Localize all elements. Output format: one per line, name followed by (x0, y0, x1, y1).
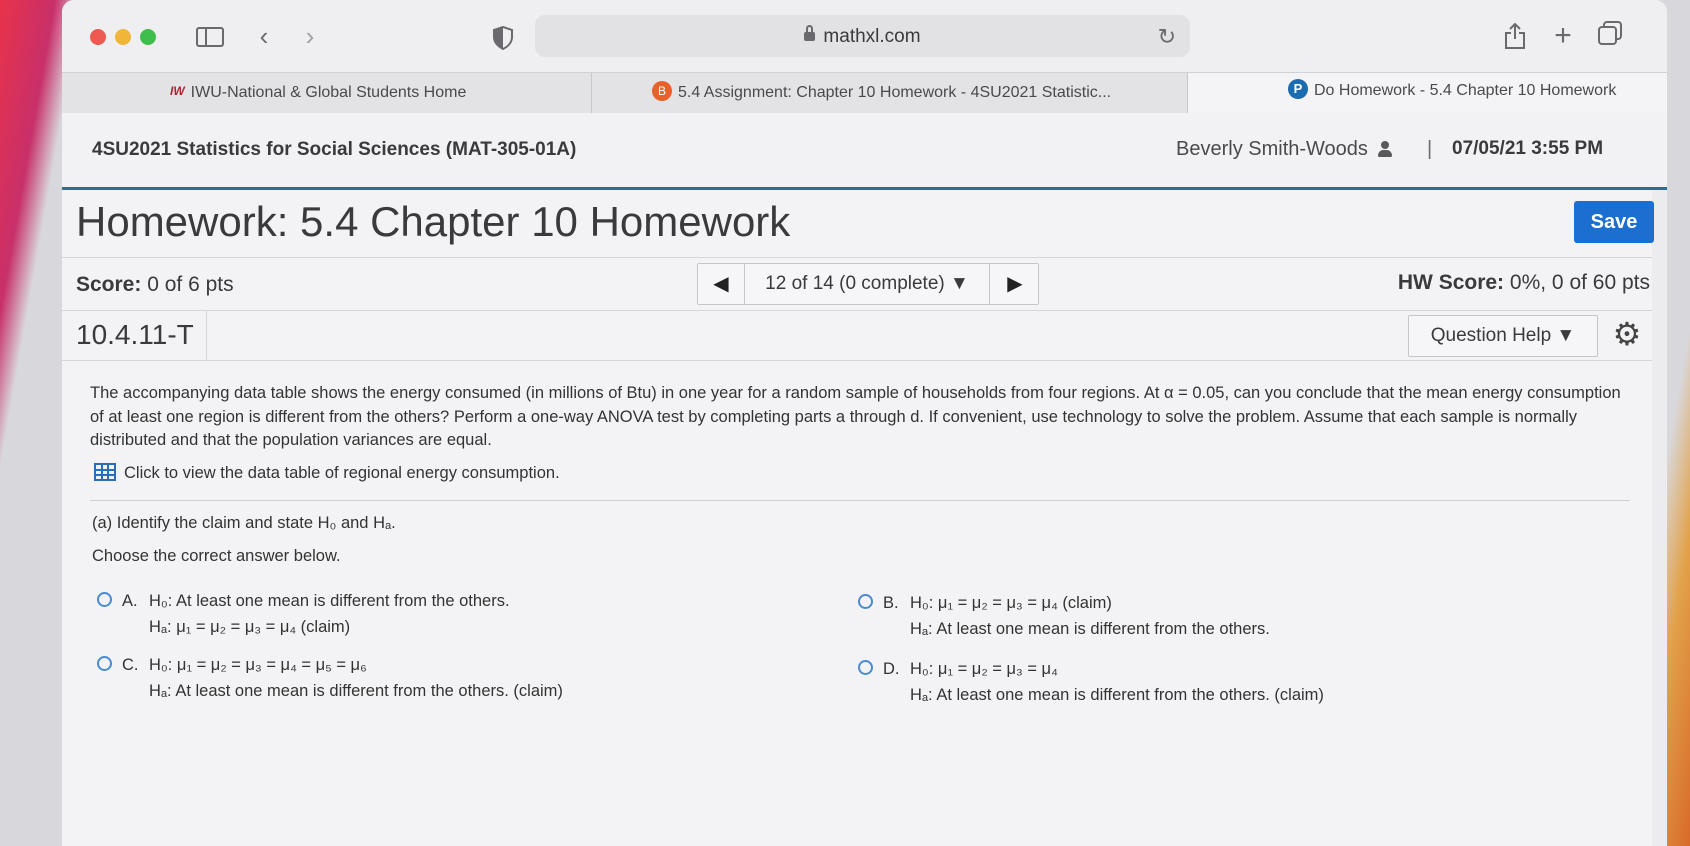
radio-d[interactable] (858, 660, 873, 675)
user-name[interactable]: Beverly Smith-Woods (1176, 138, 1392, 161)
browser-window: ‹ › mathxl.com ↻ + IW IWU-National & Glob… (62, 0, 1667, 846)
radio-b[interactable] (858, 594, 873, 609)
option-letter: A. (122, 592, 138, 610)
question-id-row: 10.4.11-T Question Help ▼ ⚙ (62, 310, 1652, 361)
radio-c[interactable] (97, 656, 112, 671)
course-header: 4SU2021 Statistics for Social Sciences (… (62, 113, 1667, 190)
homework-content: Homework: 5.4 Chapter 10 Homework Save S… (62, 190, 1654, 846)
p-favicon-icon: P (1288, 78, 1308, 99)
save-button[interactable]: Save (1574, 201, 1654, 243)
zoom-window-button[interactable] (140, 29, 156, 45)
address-bar[interactable]: mathxl.com ↻ (535, 15, 1190, 57)
new-tab-icon[interactable]: + (1550, 21, 1576, 51)
option-c-line2: Hₐ: At least one mean is different from … (149, 682, 563, 700)
instruction: Choose the correct answer below. (92, 547, 341, 565)
divider (90, 500, 1630, 501)
back-icon[interactable]: ‹ (252, 22, 276, 50)
b-favicon-icon: B (652, 80, 672, 101)
header-separator: | (1427, 138, 1433, 160)
option-a-line2: Hₐ: μ₁ = μ₂ = μ₃ = μ₄ (claim) (149, 618, 351, 636)
next-question-button[interactable]: ▶ (992, 264, 1038, 304)
tab-do-homework[interactable]: P Do Homework - 5.4 Chapter 10 Homework (1188, 73, 1667, 113)
option-letter: B. (883, 594, 899, 612)
option-letter: C. (122, 656, 139, 674)
option-d-line2: Hₐ: At least one mean is different from … (910, 686, 1324, 704)
score-row: Score: 0 of 6 pts ◀ 12 of 14 (0 complete… (62, 257, 1652, 311)
forward-icon[interactable]: › (298, 22, 322, 50)
question-help-button[interactable]: Question Help ▼ (1408, 315, 1598, 357)
question-navigator: ◀ 12 of 14 (0 complete) ▼ ▶ (697, 263, 1039, 305)
radio-a[interactable] (97, 592, 112, 607)
minimize-window-button[interactable] (115, 29, 131, 45)
option-letter: D. (883, 660, 900, 678)
url-text: mathxl.com (823, 26, 921, 47)
gear-icon[interactable]: ⚙ (1610, 317, 1644, 351)
option-a-line1: H₀: At least one mean is different from … (149, 592, 510, 610)
option-c-line1: H₀: μ₁ = μ₂ = μ₃ = μ₄ = μ₅ = μ₆ (149, 656, 367, 674)
problem-text: The accompanying data table shows the en… (90, 384, 1621, 449)
page-title: Homework: 5.4 Chapter 10 Homework (76, 198, 791, 245)
reload-icon[interactable]: ↻ (1158, 24, 1176, 50)
shield-icon[interactable] (492, 25, 514, 51)
data-table-link[interactable]: Click to view the data table of regional… (94, 460, 560, 483)
close-window-button[interactable] (90, 29, 106, 45)
datetime: 07/05/21 3:55 PM (1452, 138, 1604, 159)
share-icon[interactable] (1502, 22, 1528, 50)
lock-icon (804, 25, 816, 41)
question-id: 10.4.11-T (62, 310, 207, 360)
hw-score: HW Score: 0%, 0 of 60 pts (1397, 271, 1650, 294)
browser-toolbar: ‹ › mathxl.com ↻ + (62, 0, 1667, 72)
question-score: Score: 0 of 6 pts (76, 273, 234, 296)
tab-assignment[interactable]: B 5.4 Assignment: Chapter 10 Homework - 4… (592, 73, 1188, 113)
course-title: 4SU2021 Statistics for Social Sciences (… (92, 139, 577, 160)
tab-iwu-home[interactable]: IW IWU-National & Global Students Home (62, 73, 592, 113)
user-icon (1377, 141, 1392, 157)
tab-strip: IW IWU-National & Global Students Home B5… (62, 72, 1667, 113)
part-a-prompt: (a) Identify the claim and state H₀ and … (92, 514, 396, 532)
option-d-line1: H₀: μ₁ = μ₂ = μ₃ = μ₄ (910, 660, 1058, 678)
question-selector[interactable]: 12 of 14 (0 complete) ▼ (745, 264, 990, 304)
table-icon (94, 463, 116, 481)
tab-overview-icon[interactable] (1597, 20, 1623, 46)
previous-question-button[interactable]: ◀ (698, 264, 745, 304)
option-b-line1: H₀: μ₁ = μ₂ = μ₃ = μ₄ (claim) (910, 594, 1112, 612)
sidebar-icon[interactable] (196, 27, 224, 47)
option-b-line2: Hₐ: At least one mean is different from … (910, 620, 1270, 638)
iwu-logo-icon: IW (170, 84, 185, 98)
